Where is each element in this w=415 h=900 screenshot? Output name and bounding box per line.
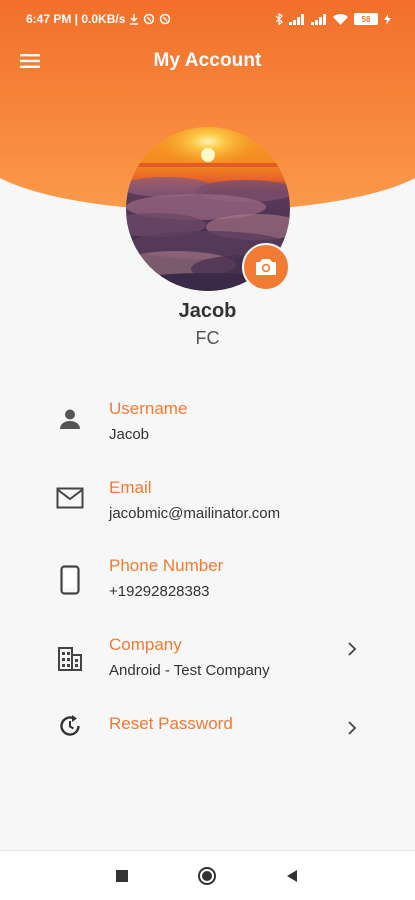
username-label: Username [109, 399, 188, 418]
mail-icon [56, 484, 84, 512]
home-circle-icon[interactable] [197, 866, 217, 886]
wifi-icon [333, 13, 348, 25]
sync-icon [143, 13, 155, 25]
hamburger-menu-icon[interactable] [18, 49, 42, 73]
username-value: Jacob [109, 426, 150, 443]
chevron-right-icon[interactable] [344, 641, 360, 657]
person-icon [56, 405, 84, 433]
battery-icon: 58 [354, 13, 378, 25]
company-label: Company [109, 635, 182, 654]
signal-icon [289, 13, 305, 25]
list-item-email: Email jacobmic@mailinator.com [0, 474, 415, 534]
sync-icon-2 [159, 13, 171, 25]
reset-password-label: Reset Password [109, 714, 233, 733]
system-nav-bar [0, 850, 415, 900]
company-value: Android - Test Company [109, 662, 270, 679]
reset-icon [56, 712, 84, 740]
list-item-reset-password[interactable]: Reset Password [0, 710, 415, 770]
back-triangle-icon[interactable] [282, 866, 302, 886]
camera-icon[interactable] [242, 243, 290, 291]
building-icon [56, 645, 84, 673]
bluetooth-icon [275, 13, 283, 25]
email-label: Email [109, 478, 152, 497]
phone-label: Phone Number [109, 556, 224, 575]
page-title: My Account [153, 50, 262, 71]
status-bar: 6:47 PM | 0.0KB/s 58 [0, 0, 415, 38]
download-icon [129, 13, 139, 25]
list-item-username: Username Jacob [0, 395, 415, 455]
profile-initials: FC [195, 328, 220, 348]
app-bar: My Account [0, 38, 415, 84]
status-time: 6:47 PM | 0.0KB/s [26, 12, 126, 26]
phone-value: +19292828383 [109, 583, 210, 600]
profile-name: Jacob [178, 300, 237, 322]
charging-icon [384, 13, 391, 25]
list-item-phone: Phone Number +19292828383 [0, 552, 415, 612]
recents-square-icon[interactable] [112, 866, 132, 886]
phone-icon [56, 565, 84, 595]
signal-icon-2 [311, 13, 327, 25]
list-item-company[interactable]: Company Android - Test Company [0, 631, 415, 691]
chevron-right-icon[interactable] [344, 720, 360, 736]
email-value: jacobmic@mailinator.com [109, 505, 281, 522]
